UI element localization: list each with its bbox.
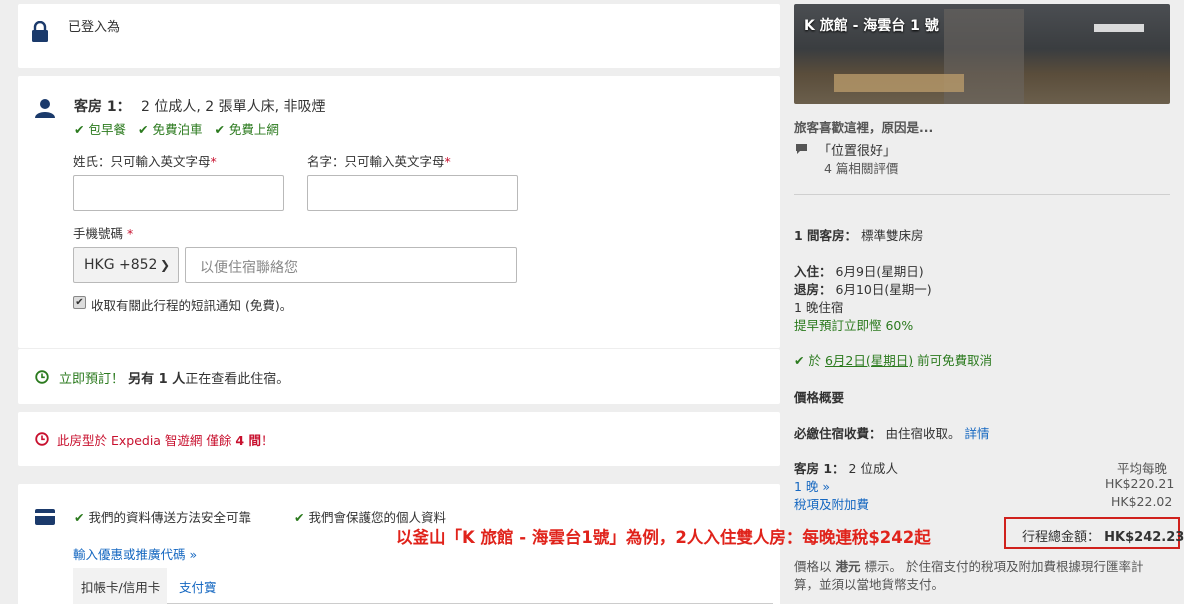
hotel-name: K 旅館 - 海雲台 1 號 [804,18,939,34]
logged-in-label: 已登入為 [68,20,121,35]
credit-card-icon [35,509,55,525]
trip-total: 行程總金額： HK$242.23 [1022,530,1184,545]
room-label: 客房 1： [74,99,131,115]
phone-label: 手機號碼 * [73,226,134,241]
sms-checkbox[interactable]: ✔ [73,296,86,309]
amenity-parking: 免費泊車 [152,122,203,137]
availability-text: 此房型於 Expedia 智遊網 僅餘 4 間！ [57,433,274,448]
chevron-down-icon: » [189,547,198,562]
amenity-list: ✔ 包早餐 ✔ 免費泊車 ✔ 免費上網 [74,119,279,138]
taxes-link[interactable]: 稅項及附加費 [794,494,869,513]
availability-card: 此房型於 Expedia 智遊網 僅餘 4 間！ [18,412,780,466]
givenname-label: 名字：只可輸入英文字母* [307,154,451,169]
details-link[interactable]: 詳情 [965,426,990,441]
urgency-text: 立即預訂！ 另有 1 人正在查看此住宿。 [59,372,290,387]
review-quote: 「位置很好」 [818,144,897,159]
room-guest-card: 客房 1： 2 位成人, 2 張單人床, 非吸煙 ✔ 包早餐 ✔ 免費泊車 ✔ … [18,76,780,348]
sidebar-divider [794,194,1170,195]
room1-summary: 客房 1： 2 位成人 [794,461,898,476]
nightly-price: HK$220.21 [1105,476,1175,491]
reception-desk [834,74,964,92]
clock-icon [35,432,49,446]
nights-toggle[interactable]: 1 晚 » [794,476,830,495]
sms-label: 收取有關此行程的短訊通知 (免費)。 [91,298,293,313]
amenity-breakfast: 包早餐 [88,122,126,137]
tab-alipay[interactable]: 支付寶 [179,577,217,596]
price-footnote-2: 算，並須以當地貨幣支付。 [794,577,945,592]
checkin: 入住： 6月9日(星期日) [794,264,924,279]
hotel-photo: K 旅館 - 海雲台 1 號 [794,4,1170,104]
ceiling-light [1094,24,1144,32]
amenity-wifi: 免費上網 [228,122,279,137]
early-booking-discount: 提早預訂立即慳 60% [794,318,914,333]
person-icon [35,99,55,118]
country-code-select[interactable]: HKG +852 ❯ [73,247,179,283]
speech-bubble-icon [796,144,807,154]
annotation-caption: 以釜山「K 旅館 - 海雲台1號」為例，2人入住雙人房：每晚連稅$242起 [396,528,931,547]
check-icon: ✔ [74,122,85,137]
price-overview-title: 價格概要 [794,390,845,405]
room-description: 2 位成人, 2 張單人床, 非吸煙 [141,99,326,115]
tab-card[interactable]: 扣帳卡/信用卡 [73,568,167,604]
tax-price: HK$22.02 [1111,494,1173,509]
chevron-down-icon: » [822,479,831,494]
payment-tabs [73,568,773,604]
avg-nightly-label: 平均每晚 [1117,461,1168,476]
surname-label: 姓氏：只可輸入英文字母* [73,154,217,169]
urgency-card: 立即預訂！ 另有 1 人正在查看此住宿。 [18,349,780,404]
chevron-down-icon: ❯ [159,258,170,272]
lock-icon [32,21,48,42]
clock-icon [35,370,49,384]
mandatory-fees: 必繳住宿收費： 由住宿收取。 詳情 [794,426,990,441]
checkout: 退房： 6月10日(星期一) [794,282,932,297]
login-card: 已登入為 [18,4,780,68]
price-footnote-1: 價格以 港元 標示。 於住宿支付的稅項及附加費根據現行匯率計 [794,559,1144,574]
secure-transfer-note: ✔ 我們的資料傳送方法安全可靠 [74,510,251,525]
country-code-value: HKG +852 [84,257,158,273]
nights-count: 1 晚住宿 [794,300,844,315]
rooms-summary: 1 間客房： 標準雙床房 [794,228,924,243]
check-icon: ✔ [794,353,805,368]
why-guests-like-title: 旅客喜歡這裡，原因是... [794,120,934,135]
check-icon: ✔ [137,122,149,137]
givenname-input[interactable] [307,175,518,211]
phone-placeholder: 以便住宿聯絡您 [200,260,298,276]
free-cancellation: ✔ 於 6月2日(星期日) 前可免費取消 [794,353,993,368]
promo-code-link[interactable]: 輸入優惠或推廣代碼 » [73,544,197,563]
check-icon: ✔ [214,122,225,137]
review-count: 4 篇相關評價 [824,161,899,176]
phone-input[interactable]: 以便住宿聯絡您 [185,247,517,283]
surname-input[interactable] [73,175,284,211]
